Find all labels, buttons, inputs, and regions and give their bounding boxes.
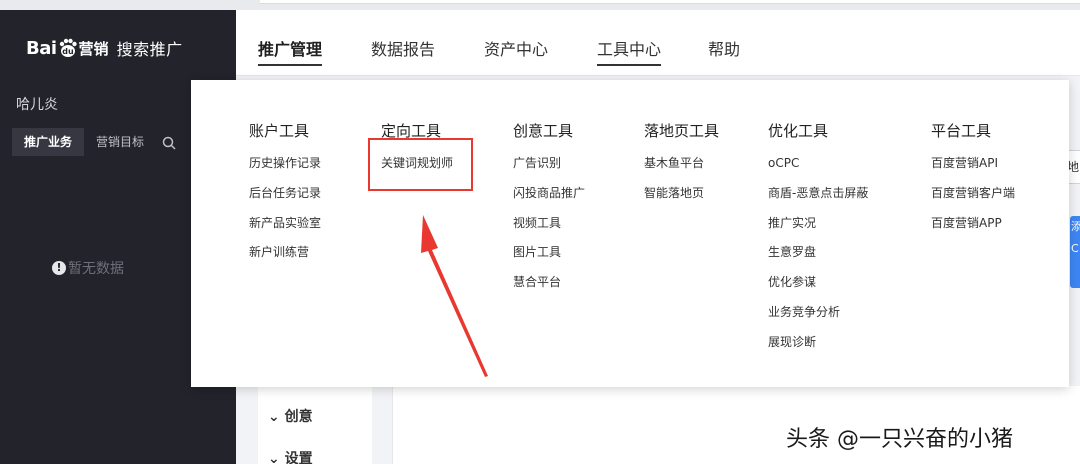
search-icon[interactable] (162, 135, 176, 150)
nav-data-report[interactable]: 数据报告 (371, 36, 435, 60)
product-name: 搜索推广 (116, 40, 183, 59)
menu-item-optimization-advisor[interactable]: 优化参谋 (768, 273, 868, 303)
watermark-text: 头条 @一只兴奋的小猪 (786, 427, 1013, 452)
menu-item-new-product-lab[interactable]: 新产品实验室 (249, 214, 321, 244)
nav-tool-center[interactable]: 工具中心 (597, 36, 662, 66)
highlight-box-annotation (368, 138, 473, 191)
menu-item-smart-landing[interactable]: 智能落地页 (644, 184, 719, 214)
menu-item-impression-diagnosis[interactable]: 展现诊断 (768, 333, 868, 363)
menu-item-app[interactable]: 百度营销APP (931, 214, 1015, 244)
tree-item-creative[interactable]: ⌄ 创意 (268, 406, 313, 426)
menu-item-video-tool[interactable]: 视频工具 (513, 214, 585, 244)
tool-center-dropdown: 账户工具 历史操作记录 后台任务记录 新产品实验室 新户训练营 定向工具 关键词… (191, 80, 1069, 387)
paw-icon: du (58, 38, 78, 58)
menu-item-image-tool[interactable]: 图片工具 (513, 243, 585, 273)
menu-item-click-shield[interactable]: 商盾-恶意点击屏蔽 (768, 184, 868, 214)
add-button-fragment[interactable]: 添 C (1070, 216, 1080, 288)
account-name[interactable]: 哈儿炎 (16, 94, 58, 114)
menu-item-ocpc[interactable]: oCPC (768, 154, 868, 184)
info-icon: ! (52, 261, 66, 275)
menu-item-client[interactable]: 百度营销客户端 (931, 184, 1015, 214)
menu-item-live-view[interactable]: 推广实况 (768, 214, 868, 244)
column-title: 平台工具 (931, 122, 992, 140)
column-title: 账户工具 (249, 122, 310, 140)
tab-promotion-business[interactable]: 推广业务 (12, 128, 85, 156)
nav-promotion-management[interactable]: 推广管理 (258, 36, 323, 66)
menu-column-platform-tools: 平台工具 百度营销API 百度营销客户端 百度营销APP (931, 120, 1015, 243)
address-bar-edge (260, 0, 1080, 4)
browser-top-strip (0, 0, 1080, 10)
empty-state: ! 暂无数据 (52, 258, 124, 278)
menu-item-history[interactable]: 历史操作记录 (249, 154, 321, 184)
menu-item-new-user-camp[interactable]: 新户训练营 (249, 243, 321, 273)
baidu-logo[interactable]: Bai du 营销 搜索推广 (26, 36, 183, 60)
menu-item-api[interactable]: 百度营销API (931, 154, 1015, 184)
menu-column-optimization-tools: 优化工具 oCPC 商盾-恶意点击屏蔽 推广实况 生意罗盘 优化参谋 业务竞争分… (768, 120, 868, 363)
menu-column-landing-tools: 落地页工具 基木鱼平台 智能落地页 (644, 120, 719, 214)
tree-item-settings[interactable]: ⌄ 设置 (268, 448, 313, 464)
logo-text-bai: Bai (26, 37, 57, 59)
menu-item-flash-product[interactable]: 闪投商品推广 (513, 184, 585, 214)
menu-item-competition-analysis[interactable]: 业务竞争分析 (768, 303, 868, 333)
menu-item-huihe-platform[interactable]: 慧合平台 (513, 273, 585, 303)
column-title: 落地页工具 (644, 122, 720, 140)
nav-help[interactable]: 帮助 (708, 36, 740, 60)
menu-column-account-tools: 账户工具 历史操作记录 后台任务记录 新产品实验室 新户训练营 (249, 120, 321, 273)
menu-item-backend-tasks[interactable]: 后台任务记录 (249, 184, 321, 214)
top-header: 推广管理 数据报告 资产中心 工具中心 帮助 (236, 10, 1080, 76)
tab-marketing-goal[interactable]: 营销目标 (84, 128, 156, 156)
column-title: 优化工具 (768, 122, 829, 140)
menu-item-ad-recognition[interactable]: 广告识别 (513, 154, 585, 184)
column-title: 创意工具 (513, 122, 574, 140)
menu-item-jimuyu[interactable]: 基木鱼平台 (644, 154, 719, 184)
menu-column-creative-tools: 创意工具 广告识别 闪投商品推广 视频工具 图片工具 慧合平台 (513, 120, 585, 303)
logo-text-du: du (62, 47, 74, 56)
menu-item-business-compass[interactable]: 生意罗盘 (768, 243, 868, 273)
sidebar-tabs: 推广业务 营销目标 (12, 128, 176, 156)
logo-text-yingxiao: 营销 (78, 39, 109, 58)
nav-asset-center[interactable]: 资产中心 (484, 36, 548, 60)
empty-text: 暂无数据 (68, 261, 124, 277)
